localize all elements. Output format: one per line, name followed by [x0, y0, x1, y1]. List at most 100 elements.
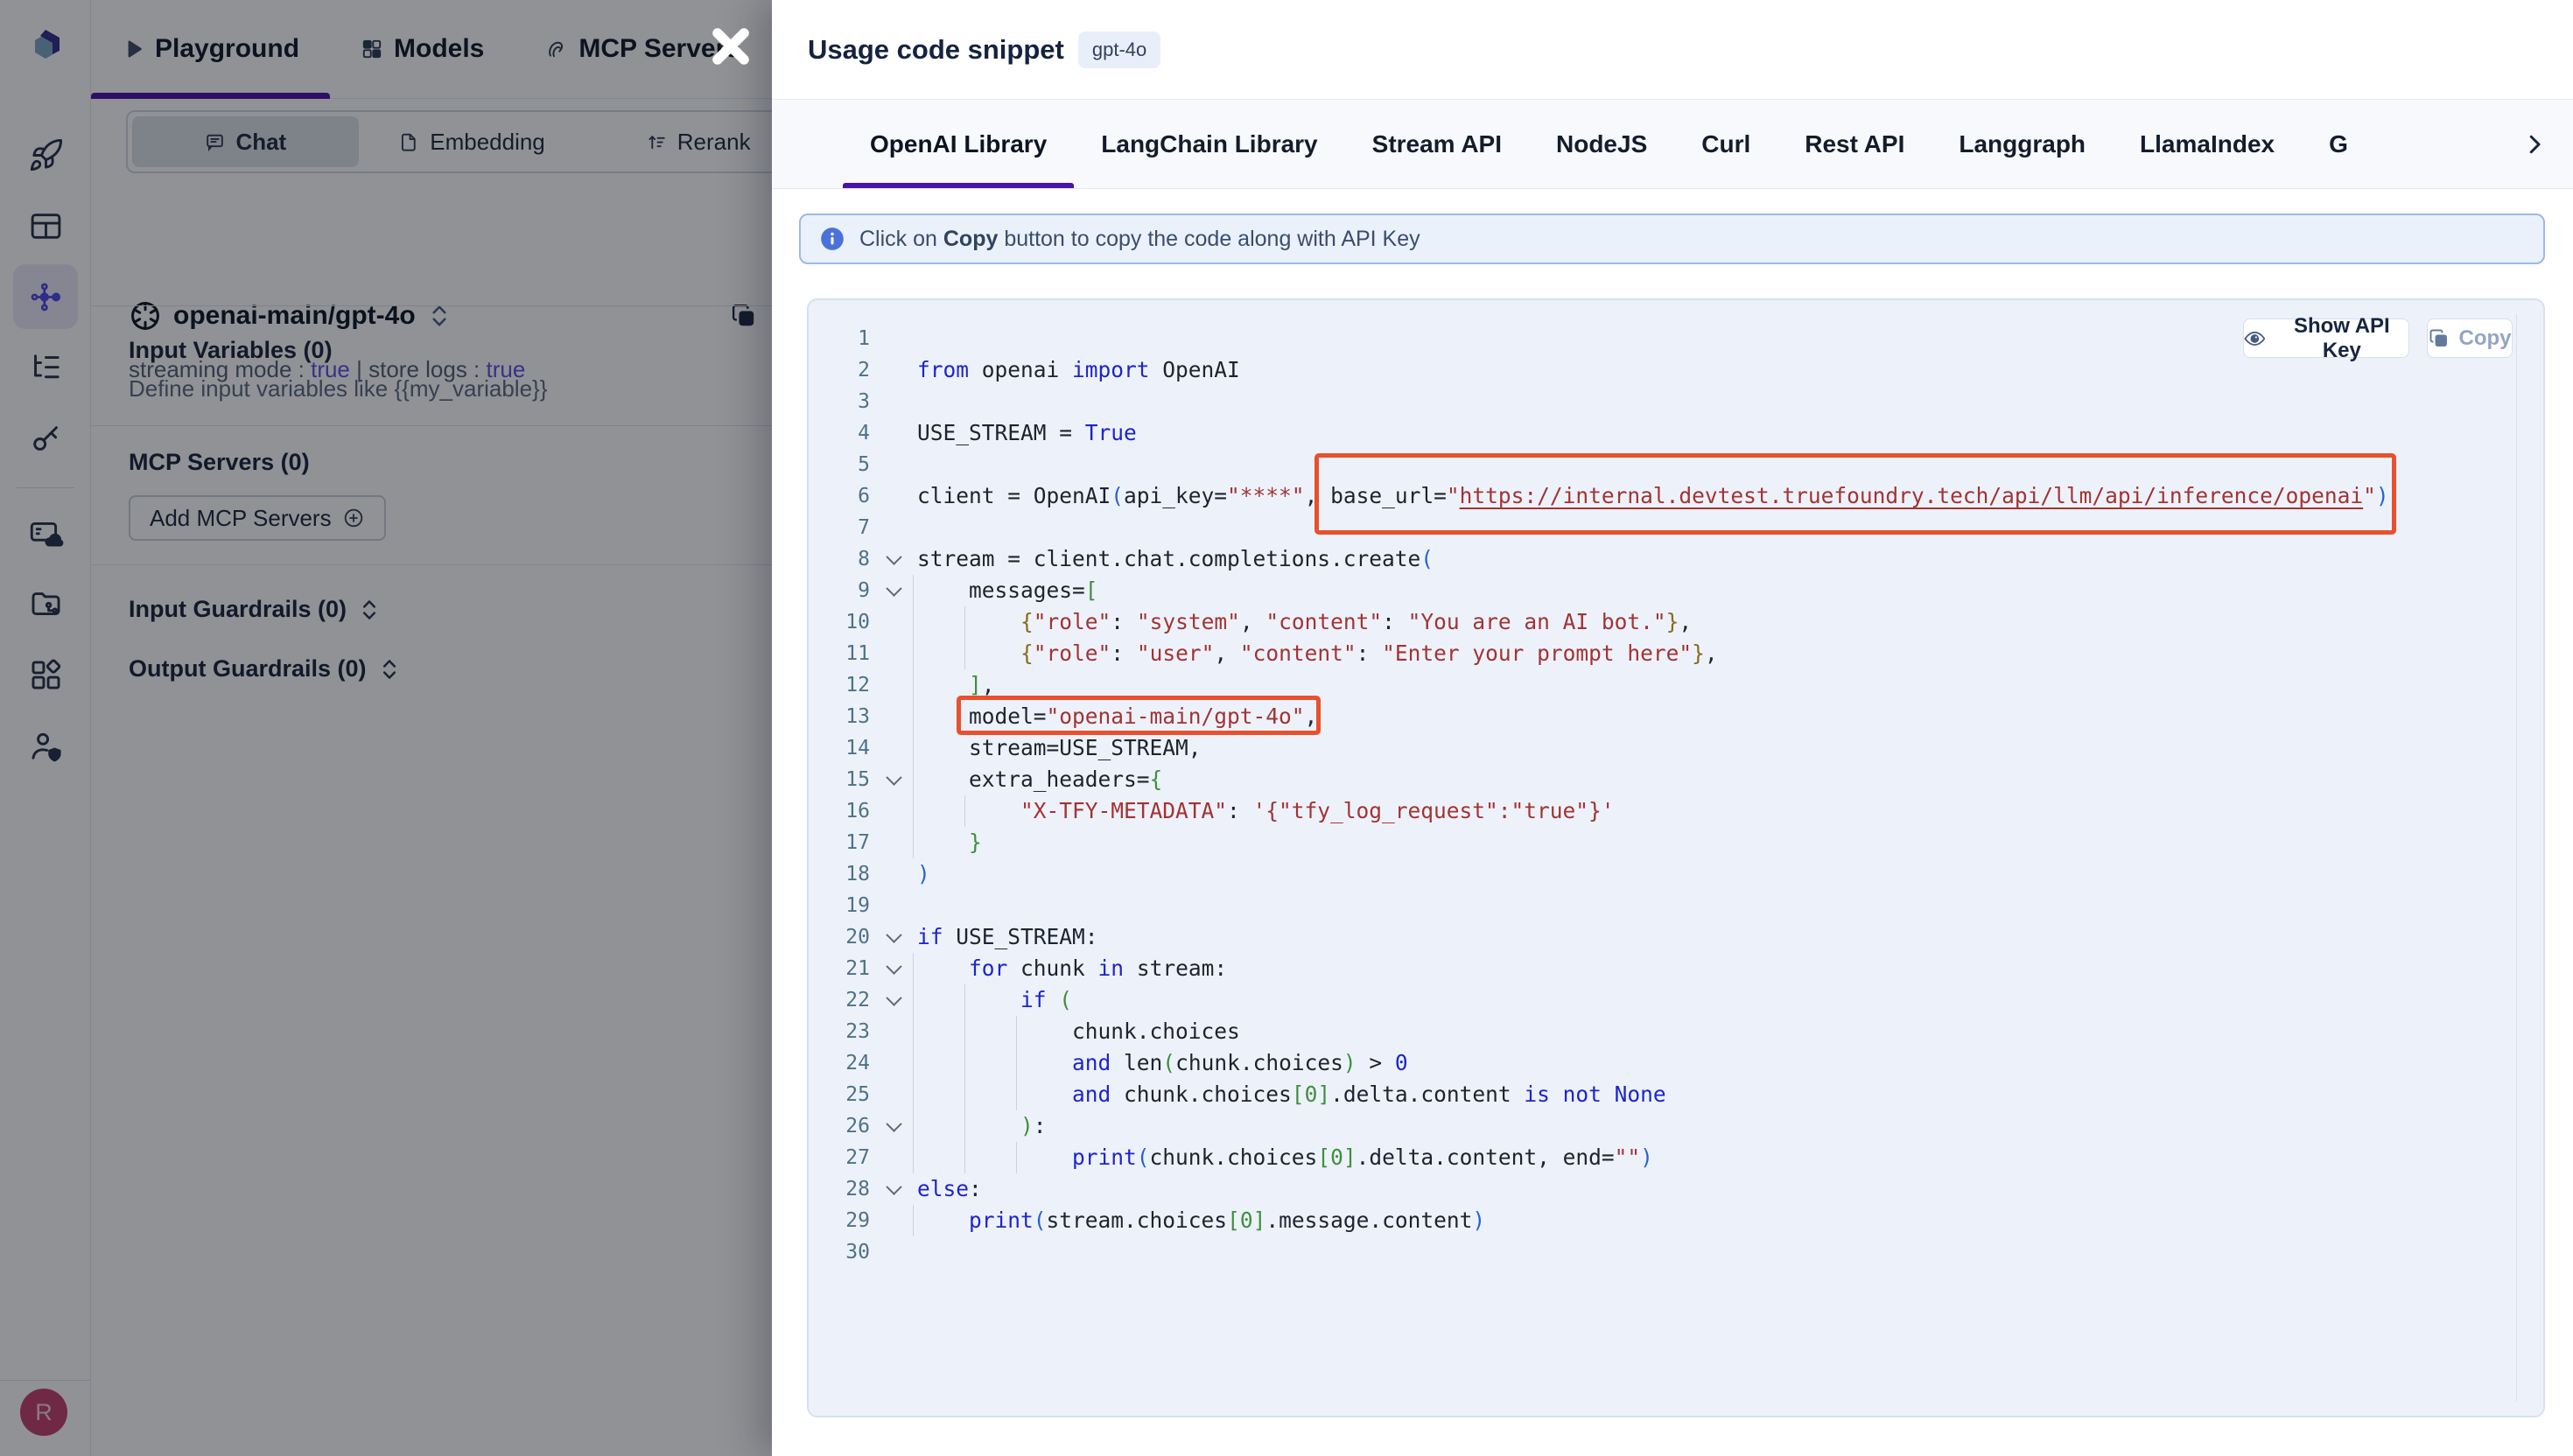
annotation-highlight-box: base_url="https://internal.devtest.truef…	[1330, 483, 2389, 508]
code-line: 6client = OpenAI(api_key="****", base_ur…	[809, 480, 2515, 512]
code-line: 17 }	[809, 827, 2515, 858]
code-line: 27 print(chunk.choices[0].delta.content,…	[809, 1142, 2515, 1173]
line-number: 5	[828, 449, 870, 480]
usage-code-snippet-modal: Usage code snippet gpt-4o OpenAI Library…	[772, 0, 2573, 1456]
tab-langgraph[interactable]: Langgraph	[1932, 100, 2113, 188]
tab-rest-api[interactable]: Rest API	[1777, 100, 1932, 188]
fold-gutter	[870, 417, 917, 449]
banner-text: Click on Copy button to copy the code al…	[859, 227, 1420, 252]
line-number: 6	[828, 480, 870, 512]
code-line: 26 ):	[809, 1110, 2515, 1142]
line-number: 21	[828, 953, 870, 984]
line-number: 9	[828, 575, 870, 606]
fold-gutter	[870, 606, 917, 638]
fold-chevron-icon[interactable]	[870, 953, 917, 984]
code-line: 10 {"role": "system", "content": "You ar…	[809, 606, 2515, 638]
fold-chevron-icon[interactable]	[870, 764, 917, 795]
tab-langchain-library[interactable]: LangChain Library	[1074, 100, 1344, 188]
code-line: 28else:	[809, 1173, 2515, 1205]
line-number: 11	[828, 638, 870, 669]
code-line: 29 print(stream.choices[0].message.conte…	[809, 1205, 2515, 1236]
code-line: 11 {"role": "user", "content": "Enter yo…	[809, 638, 2515, 669]
fold-gutter	[870, 1236, 917, 1268]
fold-chevron-icon[interactable]	[870, 543, 917, 575]
line-number: 24	[828, 1047, 870, 1079]
line-number: 28	[828, 1173, 870, 1205]
fold-chevron-icon[interactable]	[870, 575, 917, 606]
line-number: 30	[828, 1236, 870, 1268]
line-number: 2	[828, 354, 870, 386]
code-line: 8stream = client.chat.completions.create…	[809, 543, 2515, 575]
line-number: 13	[828, 701, 870, 732]
fold-gutter	[870, 669, 917, 701]
code-line: 18)	[809, 858, 2515, 890]
line-number: 1	[828, 323, 870, 354]
line-number: 16	[828, 795, 870, 827]
code-line: 7	[809, 512, 2515, 543]
screen: R Playground Models MCP Servers Chat Emb…	[0, 0, 2573, 1456]
tab-truncated[interactable]: G	[2302, 100, 2375, 188]
line-number: 22	[828, 984, 870, 1016]
line-number: 3	[828, 386, 870, 417]
line-number: 7	[828, 512, 870, 543]
code-line: 22 if (	[809, 984, 2515, 1016]
fold-gutter	[870, 1047, 917, 1079]
line-number: 23	[828, 1016, 870, 1047]
fold-gutter	[870, 1079, 917, 1110]
fold-gutter	[870, 795, 917, 827]
tab-openai-library[interactable]: OpenAI Library	[843, 100, 1074, 188]
fold-gutter	[870, 827, 917, 858]
code-scrollbar[interactable]	[2516, 314, 2517, 1402]
fold-gutter	[870, 638, 917, 669]
line-number: 25	[828, 1079, 870, 1110]
modal-backdrop[interactable]	[0, 0, 772, 1456]
fold-gutter	[870, 890, 917, 921]
line-number: 29	[828, 1205, 870, 1236]
line-number: 12	[828, 669, 870, 701]
line-number: 15	[828, 764, 870, 795]
code-line: 4USE_STREAM = True	[809, 417, 2515, 449]
code-language-tabs: OpenAI Library LangChain Library Stream …	[772, 99, 2573, 189]
line-number: 4	[828, 417, 870, 449]
line-number: 18	[828, 858, 870, 890]
close-icon[interactable]	[701, 17, 761, 76]
code-editor[interactable]: 12from openai import OpenAI34USE_STREAM …	[809, 323, 2515, 1268]
info-banner: Click on Copy button to copy the code al…	[799, 214, 2545, 264]
info-icon	[820, 227, 845, 251]
fold-gutter	[870, 449, 917, 480]
code-line: 1	[809, 323, 2515, 354]
code-line: 20if USE_STREAM:	[809, 921, 2515, 953]
fold-chevron-icon[interactable]	[870, 984, 917, 1016]
line-number: 20	[828, 921, 870, 953]
code-line: 14 stream=USE_STREAM,	[809, 732, 2515, 764]
fold-gutter	[870, 1205, 917, 1236]
code-line: 30	[809, 1236, 2515, 1268]
fold-chevron-icon[interactable]	[870, 921, 917, 953]
annotation-highlight-box: model="openai-main/gpt-4o",	[969, 704, 1317, 729]
code-line: 23 chunk.choices	[809, 1016, 2515, 1047]
code-line: 24 and len(chunk.choices) > 0	[809, 1047, 2515, 1079]
code-line: 21 for chunk in stream:	[809, 953, 2515, 984]
fold-chevron-icon[interactable]	[870, 1110, 917, 1142]
fold-gutter	[870, 858, 917, 890]
tab-llamaindex[interactable]: LlamaIndex	[2113, 100, 2302, 188]
fold-chevron-icon[interactable]	[870, 1173, 917, 1205]
line-number: 27	[828, 1142, 870, 1173]
code-line: 15 extra_headers={	[809, 764, 2515, 795]
line-number: 17	[828, 827, 870, 858]
model-badge: gpt-4o	[1078, 32, 1160, 68]
tab-stream-api[interactable]: Stream API	[1345, 100, 1529, 188]
code-block: Show API Key Copy 12from openai import O…	[807, 298, 2545, 1418]
fold-gutter	[870, 323, 917, 354]
code-line: 3	[809, 386, 2515, 417]
code-line: 12 ],	[809, 669, 2515, 701]
modal-header: Usage code snippet gpt-4o	[772, 0, 2573, 99]
code-line: 25 and chunk.choices[0].delta.content is…	[809, 1079, 2515, 1110]
tab-curl[interactable]: Curl	[1674, 100, 1777, 188]
fold-gutter	[870, 512, 917, 543]
tabs-scroll-right-icon[interactable]	[2515, 99, 2554, 189]
code-line: 9 messages=[	[809, 575, 2515, 606]
fold-gutter	[870, 354, 917, 386]
tab-nodejs[interactable]: NodeJS	[1529, 100, 1674, 188]
fold-gutter	[870, 732, 917, 764]
